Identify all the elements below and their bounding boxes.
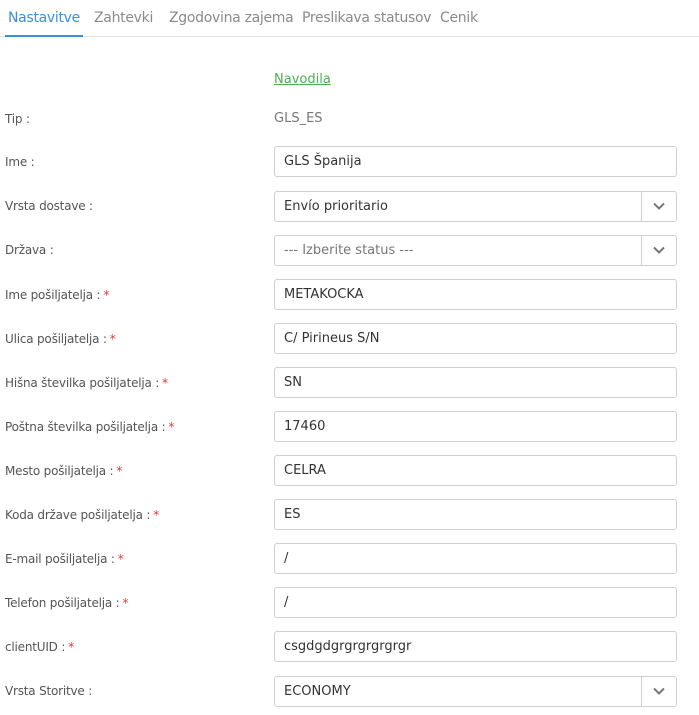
required-marker: * — [116, 464, 123, 478]
vrsta-storitve-label: Vrsta Storitve : — [5, 684, 93, 698]
tab-cenik[interactable]: Cenik — [440, 0, 478, 36]
tab-nastavitve[interactable]: Nastavitve — [5, 0, 83, 37]
postna-stevilka-value: 17460 — [284, 419, 326, 434]
tab-zgodovina-zajema[interactable]: Zgodovina zajema — [169, 0, 294, 36]
client-uid-input[interactable]: csgdgdgrgrgrgrgrgr — [274, 631, 677, 662]
hisna-stevilka-label: Hišna številka pošiljatelja : * — [5, 376, 168, 390]
tip-value: GLS_ES — [274, 111, 323, 126]
tab-zahtevki[interactable]: Zahtevki — [94, 0, 153, 36]
drzava-select[interactable]: --- Izberite status --- — [274, 235, 677, 266]
required-marker: * — [162, 376, 168, 390]
ime-value: GLS Španija — [284, 154, 362, 169]
vrsta-dostave-select[interactable]: Envío prioritario — [274, 191, 677, 222]
drzava-value: --- Izberite status --- — [284, 243, 414, 258]
email-value: / — [284, 551, 289, 566]
tab-preslikava-statusov[interactable]: Preslikava statusov — [302, 0, 432, 36]
tab-bar: Nastavitve Zahtevki Zgodovina zajema Pre… — [0, 0, 699, 37]
postna-stevilka-input[interactable]: 17460 — [274, 411, 677, 442]
required-marker: * — [109, 332, 116, 346]
vrsta-dostave-value: Envío prioritario — [284, 199, 388, 214]
vrsta-storitve-value: ECONOMY — [284, 684, 351, 699]
hisna-stevilka-input[interactable]: SN — [274, 367, 677, 398]
drzava-label: Država : — [5, 243, 54, 257]
required-marker: * — [68, 640, 74, 654]
client-uid-label: clientUID : * — [5, 640, 74, 654]
ulica-posiljatelja-input[interactable]: C/ Pirineus S/N — [274, 323, 677, 354]
chevron-down-icon — [653, 687, 665, 695]
ime-posiljatelja-label: Ime pošiljatelja : * — [5, 288, 110, 302]
mesto-input[interactable]: CELRA — [274, 455, 677, 486]
koda-drzave-label: Koda države pošiljatelja : * — [5, 508, 160, 522]
mesto-value: CELRA — [284, 463, 326, 478]
vrsta-dostave-label: Vrsta dostave : — [5, 199, 93, 213]
ulica-posiljatelja-value: C/ Pirineus S/N — [284, 331, 380, 346]
telefon-value: / — [284, 595, 289, 610]
client-uid-value: csgdgdgrgrgrgrgrgr — [284, 639, 412, 654]
email-label: E-mail pošiljatelja : * — [5, 552, 124, 566]
email-input[interactable]: / — [274, 543, 677, 574]
required-marker: * — [103, 288, 110, 302]
chevron-down-icon — [653, 246, 665, 254]
telefon-input[interactable]: / — [274, 587, 677, 618]
telefon-label: Telefon pošiljatelja : * — [5, 596, 129, 610]
ime-posiljatelja-input[interactable]: METAKOCKA — [274, 279, 677, 310]
vrsta-dostave-dropdown-toggle[interactable] — [641, 192, 676, 221]
ime-posiljatelja-value: METAKOCKA — [284, 287, 364, 302]
ulica-posiljatelja-label: Ulica pošiljatelja : * — [5, 332, 116, 346]
vrsta-storitve-select[interactable]: ECONOMY — [274, 676, 677, 707]
instructions-link[interactable]: Navodila — [274, 72, 331, 87]
required-marker: * — [153, 508, 160, 522]
hisna-stevilka-value: SN — [284, 375, 302, 390]
required-marker: * — [168, 420, 175, 434]
required-marker: * — [117, 552, 124, 566]
vrsta-storitve-dropdown-toggle[interactable] — [641, 677, 676, 706]
postna-stevilka-label: Poštna številka pošiljatelja : * — [5, 420, 175, 434]
chevron-down-icon — [653, 202, 665, 210]
koda-drzave-input[interactable]: ES — [274, 499, 677, 530]
required-marker: * — [122, 596, 129, 610]
tip-label: Tip : — [5, 112, 30, 126]
drzava-dropdown-toggle[interactable] — [641, 236, 676, 265]
ime-label: Ime : — [5, 155, 35, 169]
mesto-label: Mesto pošiljatelja : * — [5, 464, 123, 478]
koda-drzave-value: ES — [284, 507, 301, 522]
ime-input[interactable]: GLS Španija — [274, 146, 677, 177]
